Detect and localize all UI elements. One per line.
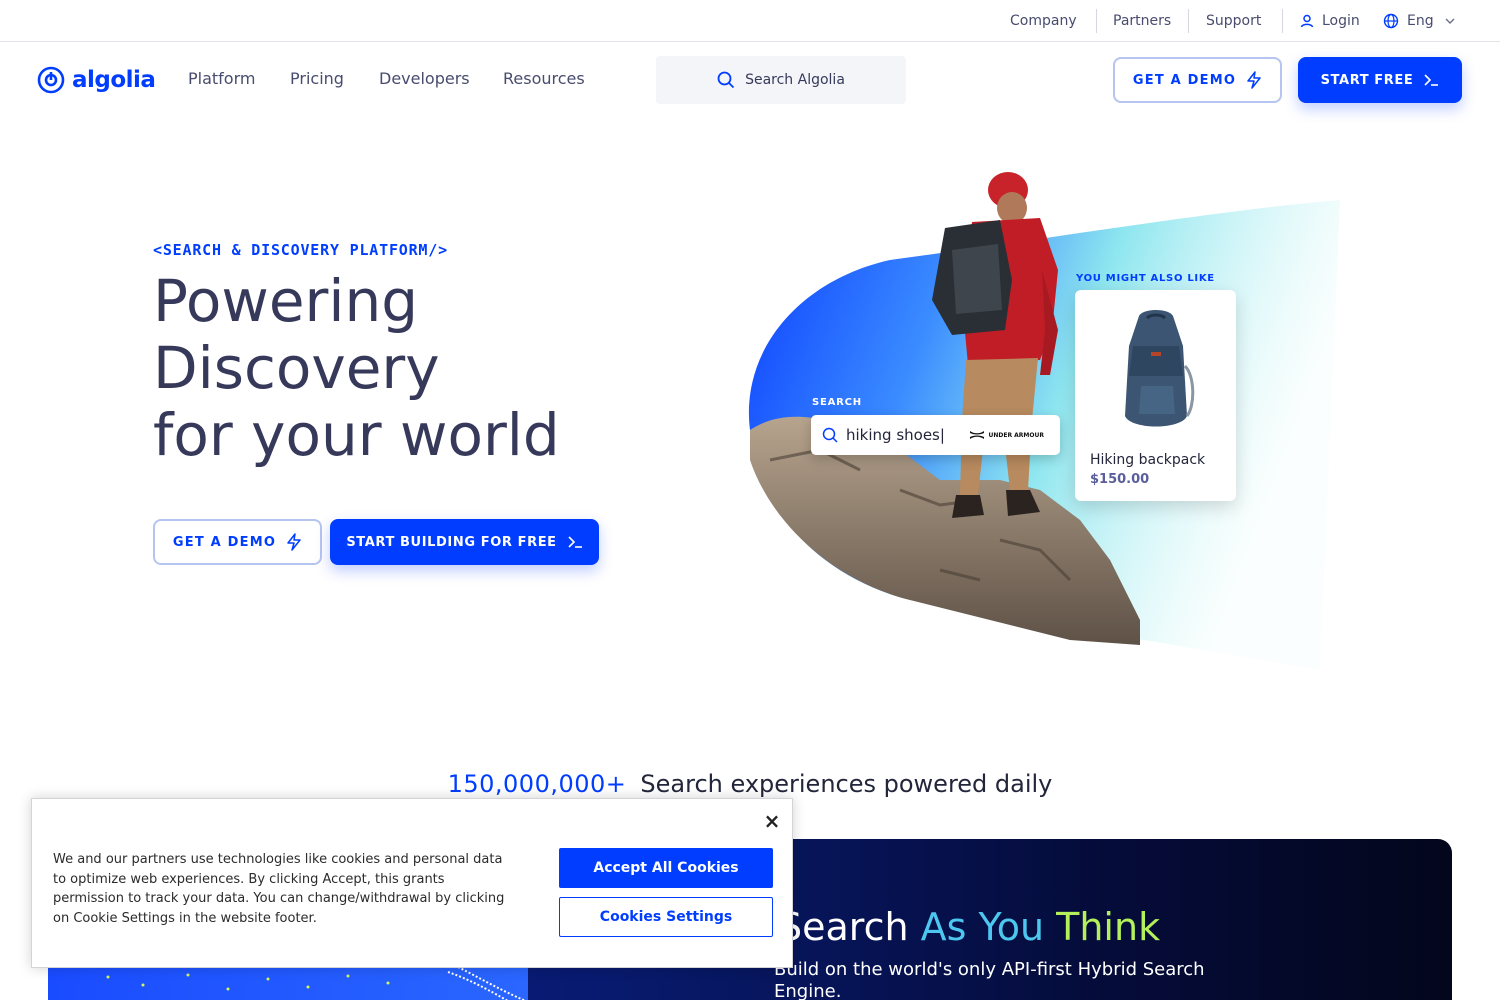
hero-title-line: for your world xyxy=(153,401,560,469)
feature-visualization xyxy=(48,967,528,1000)
hero-start-building-label: START BUILDING FOR FREE xyxy=(346,534,557,550)
recommendation-label: YOU MIGHT ALSO LIKE xyxy=(1076,273,1215,284)
brand-logo: UNDER ARMOUR xyxy=(969,430,1044,440)
cookie-banner: × We and our partners use technologies l… xyxy=(31,798,793,968)
stats-text: Search experiences powered daily xyxy=(640,770,1053,798)
hero-start-building-button[interactable]: START BUILDING FOR FREE xyxy=(330,519,599,565)
feature-subtitle: Build on the world's only API-first Hybr… xyxy=(774,959,1205,1000)
feature-title-prefix: Search xyxy=(778,905,909,949)
hero-title: Powering Discovery for your world xyxy=(153,268,560,469)
utility-link-company[interactable]: Company xyxy=(1010,0,1077,41)
utility-link-support[interactable]: Support xyxy=(1206,0,1261,41)
stats-line: 150,000,000+ Search experiences powered d… xyxy=(0,770,1500,798)
illustration-search-label: SEARCH xyxy=(812,397,862,408)
nav-developers[interactable]: Developers xyxy=(379,69,470,88)
lightning-icon xyxy=(1247,71,1261,89)
utility-bar: Company Partners Support Login Eng xyxy=(0,0,1500,42)
search-icon xyxy=(822,427,838,443)
search-input[interactable]: Search Algolia xyxy=(656,56,906,104)
utility-link-login[interactable]: Login xyxy=(1300,0,1360,41)
stats-number: 150,000,000+ xyxy=(447,770,627,798)
chevron-down-icon xyxy=(1445,18,1455,24)
search-icon xyxy=(717,71,735,89)
close-icon[interactable]: × xyxy=(763,811,781,831)
search-placeholder: Search Algolia xyxy=(745,72,845,88)
terminal-icon xyxy=(1424,74,1439,86)
nav-start-free-button[interactable]: START FREE xyxy=(1298,57,1462,103)
nav-platform[interactable]: Platform xyxy=(188,69,255,88)
user-icon xyxy=(1300,14,1314,27)
product-card: Hiking backpack $150.00 xyxy=(1075,290,1236,501)
accept-cookies-button[interactable]: Accept All Cookies xyxy=(559,848,773,888)
illustration-search-query: hiking shoes| xyxy=(846,426,945,444)
particle-graphic xyxy=(106,967,526,1000)
nav-resources[interactable]: Resources xyxy=(503,69,585,88)
globe-icon xyxy=(1383,13,1399,28)
terminal-icon xyxy=(568,536,582,548)
cookie-settings-button[interactable]: Cookies Settings xyxy=(559,897,773,937)
language-selector[interactable]: Eng xyxy=(1383,0,1456,41)
hero-title-line: Powering xyxy=(153,267,419,335)
main-nav: algolia Platform Pricing Developers Reso… xyxy=(0,42,1500,120)
backpack-icon xyxy=(1125,310,1195,427)
feature-title: Search As You Think xyxy=(778,905,1160,949)
hero-title-line: Discovery xyxy=(153,334,440,402)
feature-title-highlight: As You xyxy=(920,905,1045,949)
nav-get-demo-label: GET A DEMO xyxy=(1132,72,1237,88)
lightning-icon xyxy=(287,533,301,551)
language-selector-label: Eng xyxy=(1407,12,1434,29)
hero-eyebrow: <SEARCH & DISCOVERY PLATFORM/> xyxy=(153,241,448,259)
feature-title-accent: Think xyxy=(1056,905,1161,949)
utility-divider xyxy=(1188,9,1189,33)
nav-pricing[interactable]: Pricing xyxy=(290,69,344,88)
utility-link-support-label: Support xyxy=(1206,12,1262,29)
hero-get-demo-button[interactable]: GET A DEMO xyxy=(153,519,322,565)
utility-link-login-label: Login xyxy=(1322,12,1360,29)
cookie-text: We and our partners use technologies lik… xyxy=(53,852,505,926)
utility-link-partners-label: Partners xyxy=(1113,12,1172,29)
brand-logo-text: UNDER ARMOUR xyxy=(988,431,1044,439)
utility-divider xyxy=(1096,9,1097,33)
product-name: Hiking backpack xyxy=(1090,452,1206,468)
utility-divider xyxy=(1282,9,1283,33)
illustration-search-box: hiking shoes| UNDER ARMOUR xyxy=(811,415,1060,455)
hero-get-demo-label: GET A DEMO xyxy=(172,534,277,550)
under-armour-logo-icon xyxy=(970,431,985,439)
nav-start-free-label: START FREE xyxy=(1320,72,1414,88)
algolia-logo-icon xyxy=(37,66,65,94)
algolia-logo[interactable]: algolia xyxy=(37,66,156,94)
nav-get-demo-button[interactable]: GET A DEMO xyxy=(1113,57,1282,103)
product-price: $150.00 xyxy=(1090,472,1150,487)
algolia-logo-text: algolia xyxy=(72,67,156,93)
utility-link-partners[interactable]: Partners xyxy=(1113,0,1171,41)
utility-link-company-label: Company xyxy=(1010,12,1077,29)
